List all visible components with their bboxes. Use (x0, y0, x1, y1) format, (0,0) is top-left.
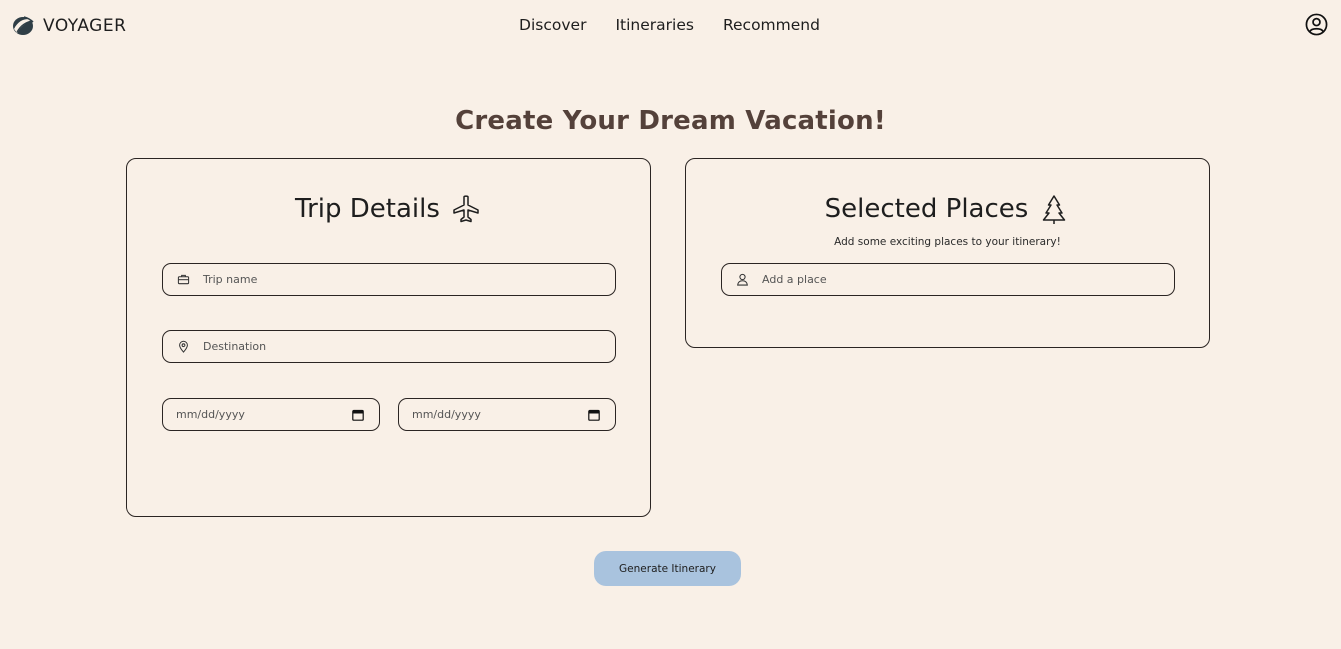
selected-places-subtitle: Add some exciting places to your itinera… (834, 236, 1061, 248)
trip-details-title: Trip Details (295, 194, 440, 224)
add-place-input[interactable]: Add a place (721, 263, 1175, 296)
end-date-placeholder: mm/dd/yyyy (412, 408, 481, 421)
person-icon (737, 273, 748, 286)
trip-details-heading: Trip Details (127, 193, 650, 225)
nav-links: Discover Itineraries Recommend (0, 16, 1341, 34)
generate-itinerary-button[interactable]: Generate Itinerary (594, 551, 741, 586)
map-pin-icon (179, 340, 188, 353)
start-date-placeholder: mm/dd/yyyy (176, 408, 245, 421)
destination-placeholder: Destination (203, 340, 267, 353)
selected-places-card: Selected Places Add some exciting places… (685, 158, 1210, 348)
start-date-input[interactable]: mm/dd/yyyy (162, 398, 380, 431)
nav-link-recommend[interactable]: Recommend (723, 16, 820, 34)
tree-icon (1043, 195, 1066, 224)
top-nav: VOYAGER Discover Itineraries Recommend (0, 0, 1341, 52)
calendar-icon[interactable] (588, 409, 600, 421)
user-circle-icon[interactable] (1305, 13, 1328, 36)
add-place-placeholder: Add a place (762, 273, 827, 286)
nav-link-discover[interactable]: Discover (519, 16, 586, 34)
page-title: Create Your Dream Vacation! (455, 106, 886, 136)
trip-name-input[interactable]: Trip name (162, 263, 616, 296)
calendar-icon[interactable] (352, 409, 364, 421)
briefcase-icon (177, 274, 190, 285)
nav-link-itineraries[interactable]: Itineraries (615, 16, 693, 34)
selected-places-title: Selected Places (824, 194, 1029, 224)
trip-name-placeholder: Trip name (203, 273, 258, 286)
trip-details-card: Trip Details Trip name Destination mm/dd… (126, 158, 651, 517)
selected-places-heading: Selected Places (686, 193, 1209, 225)
end-date-input[interactable]: mm/dd/yyyy (398, 398, 616, 431)
destination-input[interactable]: Destination (162, 330, 616, 363)
airplane-icon (453, 195, 479, 223)
